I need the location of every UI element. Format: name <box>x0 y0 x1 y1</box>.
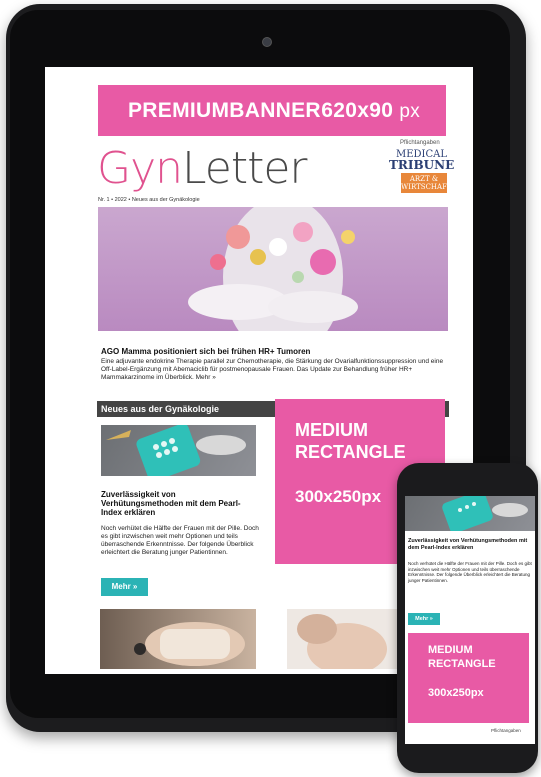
hero-image[interactable] <box>98 207 448 331</box>
phone-screen: Zuverlässigkeit von Verhütungsmethoden m… <box>405 496 535 744</box>
pflichtangaben-link[interactable]: Pflichtangaben <box>400 140 440 146</box>
article-title[interactable]: AGO Mamma positioniert sich bei frühen H… <box>101 347 310 356</box>
pregnant-belly-image[interactable] <box>287 609 405 669</box>
banner-size: 620x90 px <box>321 98 420 122</box>
pills-hands-image[interactable] <box>100 609 256 669</box>
mehr-button[interactable]: Mehr » <box>101 578 148 596</box>
gynletter-logo: GynLetter <box>97 143 308 194</box>
issue-line: Nr. 1 • 2022 • Neues aus der Gynäkologie <box>98 197 200 203</box>
phone-card-text: Noch verhütet die Hälfte der Frauen mit … <box>408 561 532 583</box>
tablet-camera <box>262 37 272 47</box>
arzt-wirtschaft-logo: ARZT & WIRTSCHAFT <box>401 173 452 193</box>
phone-pflichtangaben-link[interactable]: Pflichtangaben <box>491 728 521 733</box>
contraceptive-image[interactable] <box>101 425 256 476</box>
phone-medium-rectangle-ad[interactable]: MEDIUM RECTANGLE 300x250px <box>408 633 529 723</box>
premium-banner-ad[interactable]: PREMIUMBANNER 620x90 px <box>98 85 446 136</box>
card-title[interactable]: Zuverlässigkeit von Verhütungsmethoden m… <box>101 490 259 517</box>
article-text: Eine adjuvante endokrine Therapie parall… <box>101 358 444 381</box>
medical-tribune-logo: MEDICAL TRIBUNE <box>389 149 455 172</box>
card-text: Noch verhütet die Hälfte der Frauen mit … <box>101 525 259 556</box>
phone-mehr-button[interactable]: Mehr » <box>408 613 440 625</box>
banner-label: PREMIUMBANNER <box>128 98 321 122</box>
phone-contraceptive-image[interactable] <box>405 496 535 531</box>
phone-card-title[interactable]: Zuverlässigkeit von Verhütungsmethoden m… <box>408 538 532 551</box>
